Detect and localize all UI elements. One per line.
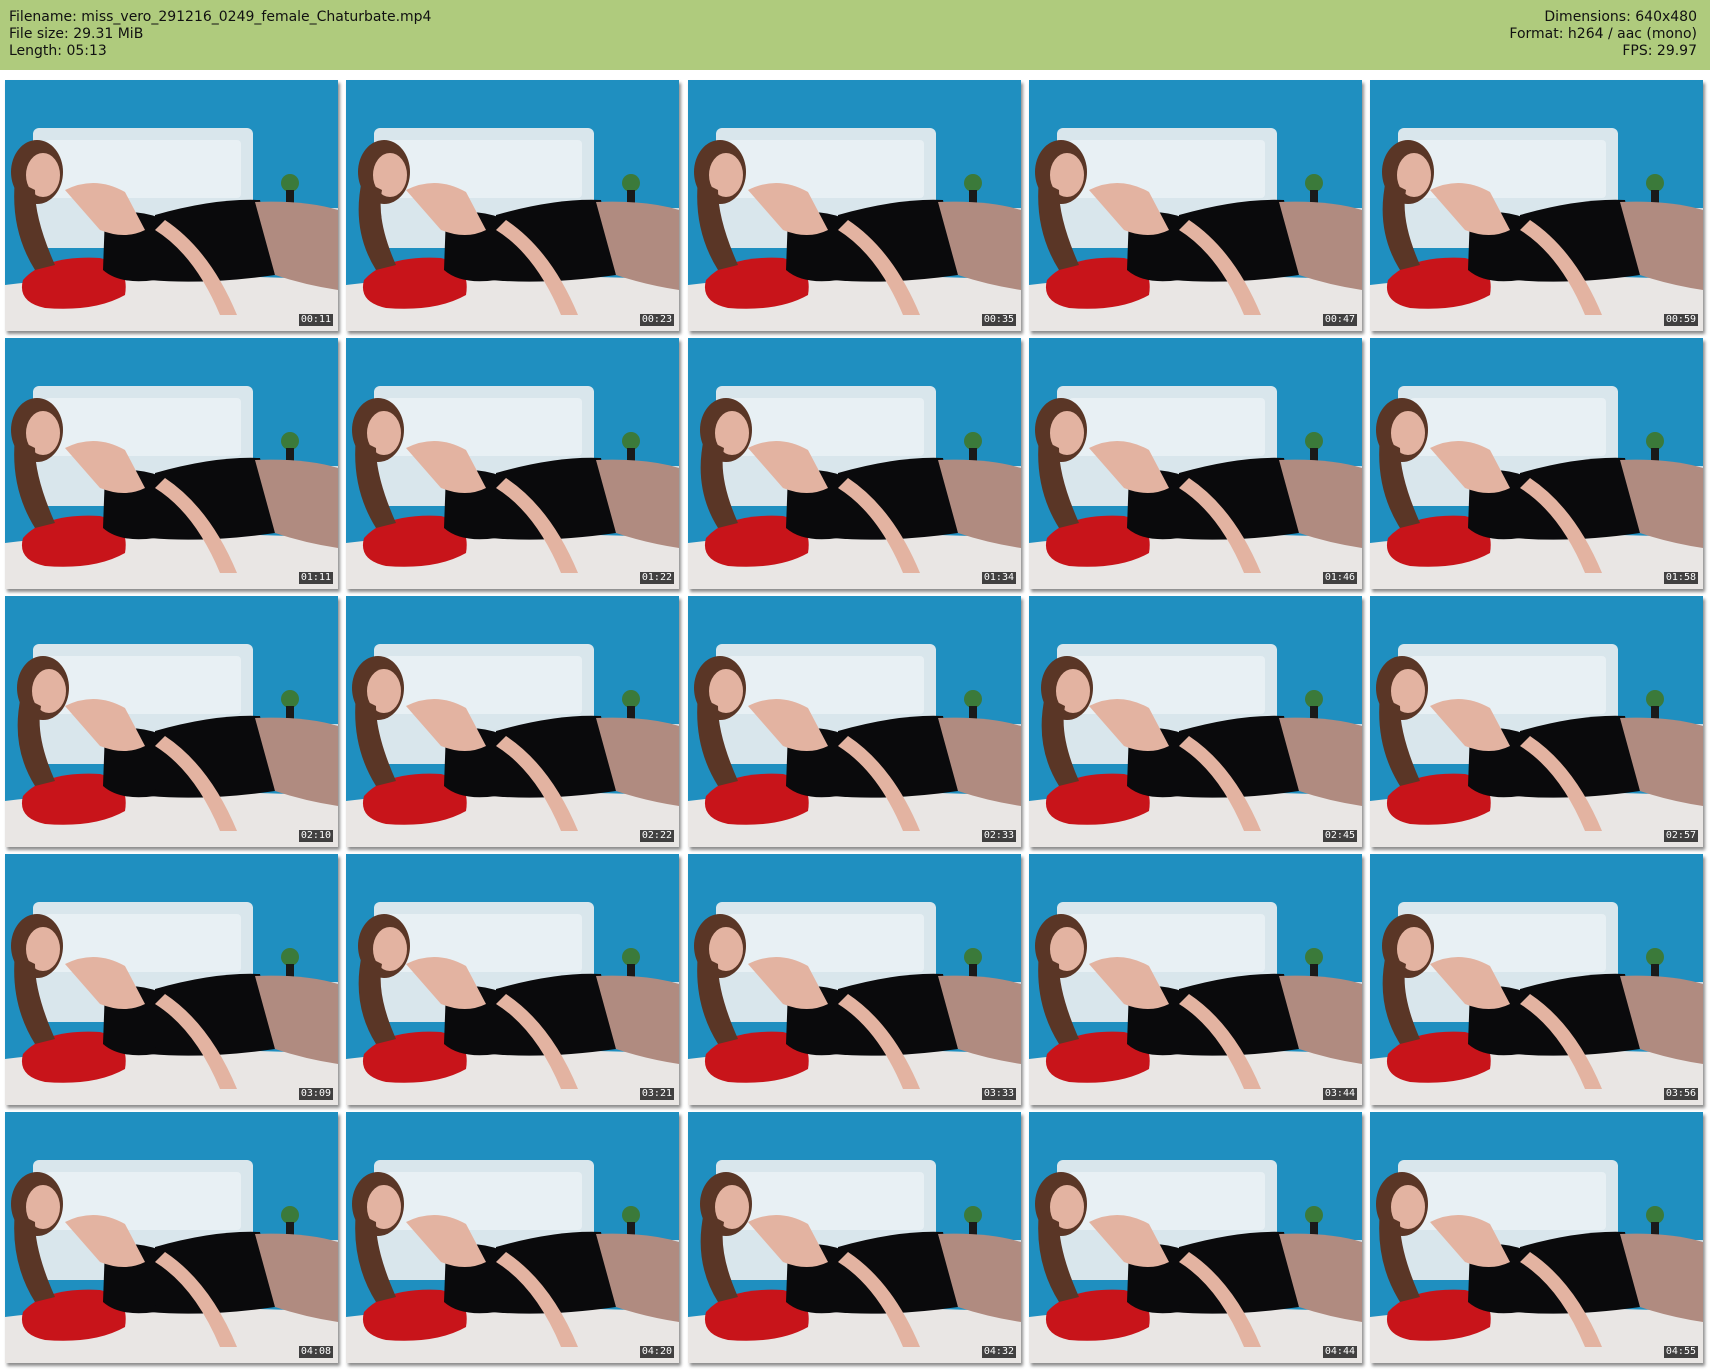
video-thumbnail: 03:33 [688,854,1021,1105]
thumbnail-timestamp: 00:35 [981,314,1016,326]
video-thumbnail: 03:09 [5,854,338,1105]
video-thumbnail: 03:21 [346,854,679,1105]
file-info-right: Dimensions: 640x480 Format: h264 / aac (… [1509,9,1697,60]
thumbnail-frame-image [688,1112,1021,1363]
thumbnail-frame-image [688,80,1021,331]
video-thumbnail: 00:35 [688,80,1021,331]
video-thumbnail: 01:11 [5,338,338,589]
thumbnail-frame-image [1029,80,1362,331]
thumbnail-timestamp: 00:47 [1322,314,1357,326]
thumbnail-timestamp: 03:09 [298,1088,333,1100]
thumbnail-frame-image [346,338,679,589]
thumbnail-frame-image [1370,596,1703,847]
thumbnail-frame-image [1029,596,1362,847]
video-thumbnail: 02:45 [1029,596,1362,847]
video-thumbnail: 01:22 [346,338,679,589]
video-thumbnail: 04:32 [688,1112,1021,1363]
video-thumbnail: 04:20 [346,1112,679,1363]
dimensions-text: Dimensions: 640x480 [1544,9,1697,25]
video-thumbnail: 01:46 [1029,338,1362,589]
video-thumbnail: 00:47 [1029,80,1362,331]
thumbnail-frame-image [346,1112,679,1363]
thumbnail-frame-image [688,338,1021,589]
thumbnail-timestamp: 00:59 [1663,314,1698,326]
thumbnail-timestamp: 03:56 [1663,1088,1698,1100]
thumbnail-timestamp: 01:46 [1322,572,1357,584]
video-thumbnail: 02:57 [1370,596,1703,847]
thumbnail-frame-image [5,596,338,847]
thumbnail-timestamp: 02:22 [639,830,674,842]
video-thumbnail: 00:23 [346,80,679,331]
thumbnail-timestamp: 01:58 [1663,572,1698,584]
video-thumbnail: 02:10 [5,596,338,847]
video-thumbnail: 04:55 [1370,1112,1703,1363]
thumbnail-timestamp: 00:23 [639,314,674,326]
thumbnail-timestamp: 03:33 [981,1088,1016,1100]
thumbnail-frame-image [1370,338,1703,589]
thumbnail-timestamp: 03:21 [639,1088,674,1100]
thumbnail-timestamp: 01:11 [298,572,333,584]
thumbnail-timestamp: 04:44 [1322,1346,1357,1358]
length-text: Length: 05:13 [9,43,107,59]
thumbnail-timestamp: 01:34 [981,572,1016,584]
thumbnail-timestamp: 04:55 [1663,1346,1698,1358]
thumbnail-timestamp: 04:08 [298,1346,333,1358]
filename-text: Filename: miss_vero_291216_0249_female_C… [9,9,432,25]
thumbnail-timestamp: 02:10 [298,830,333,842]
video-thumbnail: 03:44 [1029,854,1362,1105]
thumbnail-timestamp: 04:20 [639,1346,674,1358]
thumbnail-frame-image [346,854,679,1105]
video-thumbnail: 04:44 [1029,1112,1362,1363]
thumbnail-timestamp: 02:57 [1663,830,1698,842]
video-thumbnail: 02:33 [688,596,1021,847]
file-info-left: Filename: miss_vero_291216_0249_female_C… [9,9,431,60]
thumbnail-frame-image [1370,854,1703,1105]
video-thumbnail: 04:08 [5,1112,338,1363]
thumbnail-frame-image [1029,338,1362,589]
video-thumbnail: 00:11 [5,80,338,331]
thumbnail-timestamp: 02:33 [981,830,1016,842]
thumbnail-timestamp: 01:22 [639,572,674,584]
format-text: Format: h264 / aac (mono) [1509,26,1697,42]
thumbnail-frame-image [1029,1112,1362,1363]
thumbnail-frame-image [5,1112,338,1363]
video-thumbnail: 01:34 [688,338,1021,589]
thumbnail-timestamp: 02:45 [1322,830,1357,842]
thumbnail-frame-image [688,854,1021,1105]
video-thumbnail: 03:56 [1370,854,1703,1105]
thumbnail-frame-image [1370,80,1703,331]
thumbnail-frame-image [5,80,338,331]
thumbnail-timestamp: 00:11 [298,314,333,326]
video-thumbnail: 00:59 [1370,80,1703,331]
thumbnail-frame-image [1029,854,1362,1105]
thumbnail-frame-image [346,80,679,331]
info-header: Filename: miss_vero_291216_0249_female_C… [0,0,1710,70]
video-thumbnail: 01:58 [1370,338,1703,589]
thumbnail-frame-image [5,338,338,589]
thumbnail-timestamp: 04:32 [981,1346,1016,1358]
thumbnail-frame-image [5,854,338,1105]
thumbnail-frame-image [1370,1112,1703,1363]
filesize-text: File size: 29.31 MiB [9,26,144,42]
thumbnail-timestamp: 03:44 [1322,1088,1357,1100]
thumbnail-frame-image [346,596,679,847]
video-thumbnail: 02:22 [346,596,679,847]
fps-text: FPS: 29.97 [1622,43,1697,59]
thumbnail-frame-image [688,596,1021,847]
